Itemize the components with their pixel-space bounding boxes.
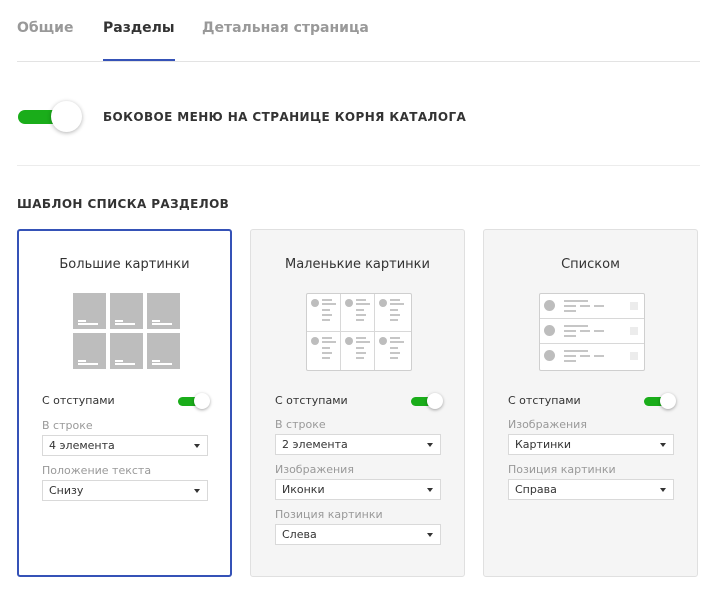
divider [17, 165, 700, 166]
caret-down-icon [660, 443, 666, 447]
text-position-label: Положение текста [42, 464, 152, 477]
select-value: Справа [515, 483, 557, 496]
padding-toggle[interactable] [178, 393, 210, 410]
tab-detail-page[interactable]: Детальная страница [202, 20, 369, 60]
padding-option: С отступами [508, 393, 676, 411]
toggle-knob [51, 101, 82, 132]
per-row-field: В строке 2 элемента [275, 418, 443, 455]
per-row-label: В строке [275, 418, 326, 431]
select-value: Слева [282, 528, 317, 541]
caret-down-icon [194, 444, 200, 448]
select-value: Иконки [282, 483, 325, 496]
padding-label: С отступами [42, 394, 115, 407]
images-label: Изображения [508, 418, 587, 431]
image-position-field: Позиция картинки Слева [275, 508, 443, 545]
side-menu-toggle[interactable] [18, 101, 82, 133]
select-value: Снизу [49, 484, 84, 497]
caret-down-icon [427, 443, 433, 447]
tab-sections[interactable]: Разделы [103, 20, 175, 61]
card-title: Маленькие картинки [285, 257, 430, 272]
padding-option: С отступами [42, 393, 210, 411]
images-select[interactable]: Иконки [275, 479, 441, 500]
padding-toggle[interactable] [644, 393, 676, 410]
per-row-select[interactable]: 4 элемента [42, 435, 208, 456]
side-menu-label: БОКОВОЕ МЕНЮ НА СТРАНИЦЕ КОРНЯ КАТАЛОГА [103, 110, 467, 124]
images-field: Изображения Картинки [508, 418, 676, 455]
select-value: 4 элемента [49, 439, 115, 452]
card-title: Списком [561, 257, 620, 272]
card-title: Большие картинки [59, 257, 190, 272]
image-position-select[interactable]: Слева [275, 524, 441, 545]
tab-general[interactable]: Общие [17, 20, 73, 60]
image-position-field: Позиция картинки Справа [508, 463, 676, 500]
per-row-field: В строке 4 элемента [42, 419, 210, 456]
select-value: 2 элемента [282, 438, 348, 451]
template-card-big-pictures[interactable]: Большие картинки С отступами В строке 4 … [17, 229, 232, 577]
image-position-label: Позиция картинки [275, 508, 383, 521]
images-select[interactable]: Картинки [508, 434, 674, 455]
per-row-label: В строке [42, 419, 93, 432]
big-tiles-preview-icon [73, 293, 181, 369]
per-row-select[interactable]: 2 элемента [275, 434, 441, 455]
tab-bar: Общие Разделы Детальная страница [17, 0, 700, 62]
padding-label: С отступами [508, 394, 581, 407]
template-card-list[interactable]: Списком С отступами Изображения Картинки… [483, 229, 698, 577]
image-position-label: Позиция картинки [508, 463, 616, 476]
text-position-select[interactable]: Снизу [42, 480, 208, 501]
list-preview-icon [539, 293, 645, 371]
image-position-select[interactable]: Справа [508, 479, 674, 500]
section-template-title: ШАБЛОН СПИСКА РАЗДЕЛОВ [17, 197, 230, 211]
caret-down-icon [660, 488, 666, 492]
images-field: Изображения Иконки [275, 463, 443, 500]
images-label: Изображения [275, 463, 354, 476]
padding-option: С отступами [275, 393, 443, 411]
caret-down-icon [427, 488, 433, 492]
text-position-field: Положение текста Снизу [42, 464, 210, 501]
caret-down-icon [194, 489, 200, 493]
select-value: Картинки [515, 438, 572, 451]
padding-label: С отступами [275, 394, 348, 407]
padding-toggle[interactable] [411, 393, 443, 410]
template-card-small-pictures[interactable]: Маленькие картинки С отступами В строке … [250, 229, 465, 577]
caret-down-icon [427, 533, 433, 537]
small-tiles-preview-icon [306, 293, 412, 371]
